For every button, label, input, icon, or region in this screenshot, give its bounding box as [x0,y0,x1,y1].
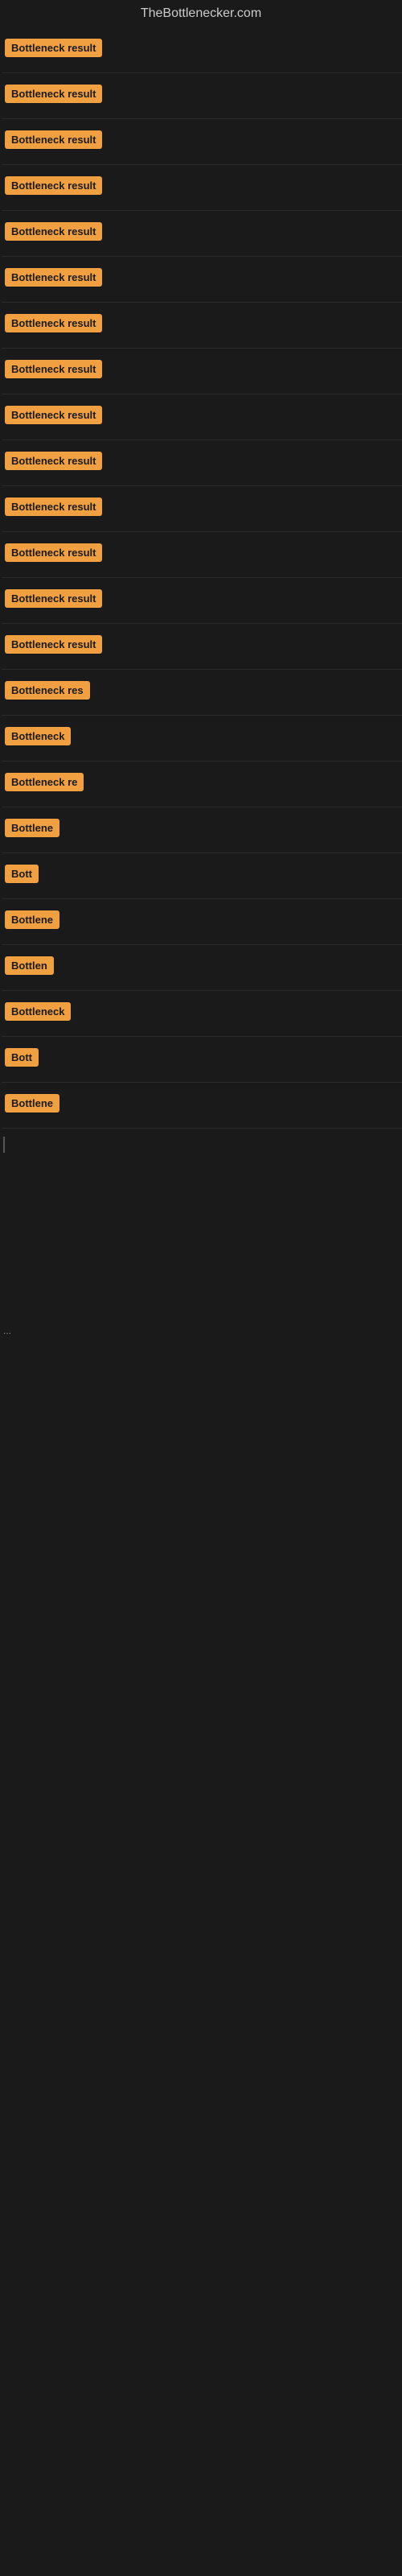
bottleneck-badge[interactable]: Bottleneck result [5,635,102,654]
list-item: Bottleneck result [2,27,402,73]
list-item: Bottleneck result [2,486,402,532]
list-item: Bottlene [2,1083,402,1129]
list-item: Bott [2,853,402,899]
list-item: Bottlene [2,899,402,945]
small-indicator: ... [0,1322,402,1340]
list-item: Bottleneck result [2,165,402,211]
site-title-text: TheBottlenecker.com [141,6,261,20]
list-item: Bottleneck result [2,211,402,257]
bottleneck-badge[interactable]: Bottleneck result [5,360,102,378]
list-item: Bottleneck result [2,303,402,349]
bottleneck-badge[interactable]: Bottlen [5,956,54,975]
list-item: Bottleneck result [2,119,402,165]
section-divider [3,1137,402,1153]
list-item: Bottlen [2,945,402,991]
bottleneck-badge[interactable]: Bott [5,865,39,883]
bottleneck-badge[interactable]: Bottleneck result [5,130,102,149]
list-item: Bott [2,1037,402,1083]
bottleneck-badge[interactable]: Bottleneck result [5,222,102,241]
list-item: Bottleneck result [2,578,402,624]
bottleneck-badge[interactable]: Bottleneck [5,727,71,745]
bottleneck-badge[interactable]: Bottleneck result [5,543,102,562]
list-item: Bottleneck re [2,762,402,807]
list-item: Bottleneck [2,716,402,762]
bottleneck-badge[interactable]: Bottleneck result [5,85,102,103]
bottleneck-badge[interactable]: Bottleneck result [5,497,102,516]
bottleneck-badge[interactable]: Bottlene [5,910,59,929]
list-item: Bottleneck result [2,394,402,440]
list-item: Bottleneck result [2,73,402,119]
list-item: Bottleneck [2,991,402,1037]
bottleneck-badge[interactable]: Bottleneck result [5,452,102,470]
bottleneck-list: Bottleneck result Bottleneck result Bottle… [0,27,402,1129]
bottleneck-badge[interactable]: Bottleneck result [5,39,102,57]
bottleneck-badge[interactable]: Bott [5,1048,39,1067]
bottleneck-badge[interactable]: Bottlene [5,819,59,837]
list-item: Bottleneck res [2,670,402,716]
bottleneck-badge[interactable]: Bottleneck result [5,268,102,287]
list-item: Bottleneck result [2,440,402,486]
site-title: TheBottlenecker.com [0,0,402,27]
bottleneck-badge[interactable]: Bottlene [5,1094,59,1113]
list-item: Bottleneck result [2,257,402,303]
list-item: Bottleneck result [2,349,402,394]
bottleneck-badge[interactable]: Bottleneck result [5,314,102,332]
bottleneck-badge[interactable]: Bottleneck re [5,773,84,791]
list-item: Bottleneck result [2,532,402,578]
list-item: Bottleneck result [2,624,402,670]
list-item: Bottlene [2,807,402,853]
bottleneck-badge[interactable]: Bottleneck result [5,589,102,608]
bottleneck-badge[interactable]: Bottleneck [5,1002,71,1021]
bottleneck-badge[interactable]: Bottleneck result [5,176,102,195]
bottleneck-badge[interactable]: Bottleneck res [5,681,90,700]
bottleneck-badge[interactable]: Bottleneck result [5,406,102,424]
